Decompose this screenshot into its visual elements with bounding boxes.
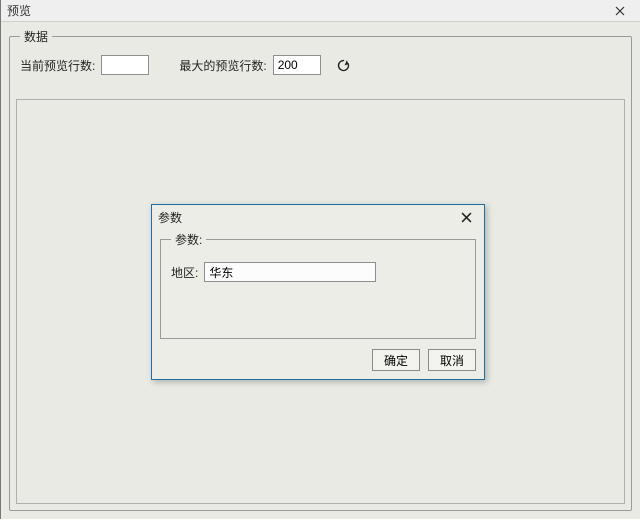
region-label: 地区: xyxy=(171,264,198,281)
dialog-titlebar: 参数 xyxy=(152,205,484,229)
dialog-close-button[interactable] xyxy=(454,207,478,227)
max-rows-input[interactable] xyxy=(273,55,321,75)
dialog-title: 参数 xyxy=(158,209,454,226)
window-close-button[interactable] xyxy=(606,1,634,21)
region-row: 地区: xyxy=(171,262,465,282)
current-rows-input[interactable] xyxy=(101,55,149,75)
window-titlebar: 预览 xyxy=(1,0,640,22)
region-input[interactable] xyxy=(204,262,376,282)
ok-button[interactable]: 确定 xyxy=(372,349,420,371)
param-fieldset-legend: 参数: xyxy=(171,231,206,248)
preview-rows-row: 当前预览行数: 最大的预览行数: xyxy=(20,55,621,75)
cancel-button[interactable]: 取消 xyxy=(428,349,476,371)
data-fieldset-legend: 数据 xyxy=(20,28,52,45)
dialog-buttons: 确定 取消 xyxy=(152,345,484,379)
param-fieldset: 参数: 地区: xyxy=(160,231,476,339)
preview-window: 预览 数据 当前预览行数: 最大的预览行数: xyxy=(0,0,640,519)
current-rows-label: 当前预览行数: xyxy=(20,57,95,74)
window-title: 预览 xyxy=(7,2,606,19)
refresh-icon xyxy=(336,58,351,73)
params-dialog: 参数 参数: 地区: 确定 取消 xyxy=(151,204,485,380)
refresh-button[interactable] xyxy=(335,56,353,74)
close-icon xyxy=(461,212,472,223)
max-rows-label: 最大的预览行数: xyxy=(179,57,266,74)
close-icon xyxy=(615,6,625,16)
